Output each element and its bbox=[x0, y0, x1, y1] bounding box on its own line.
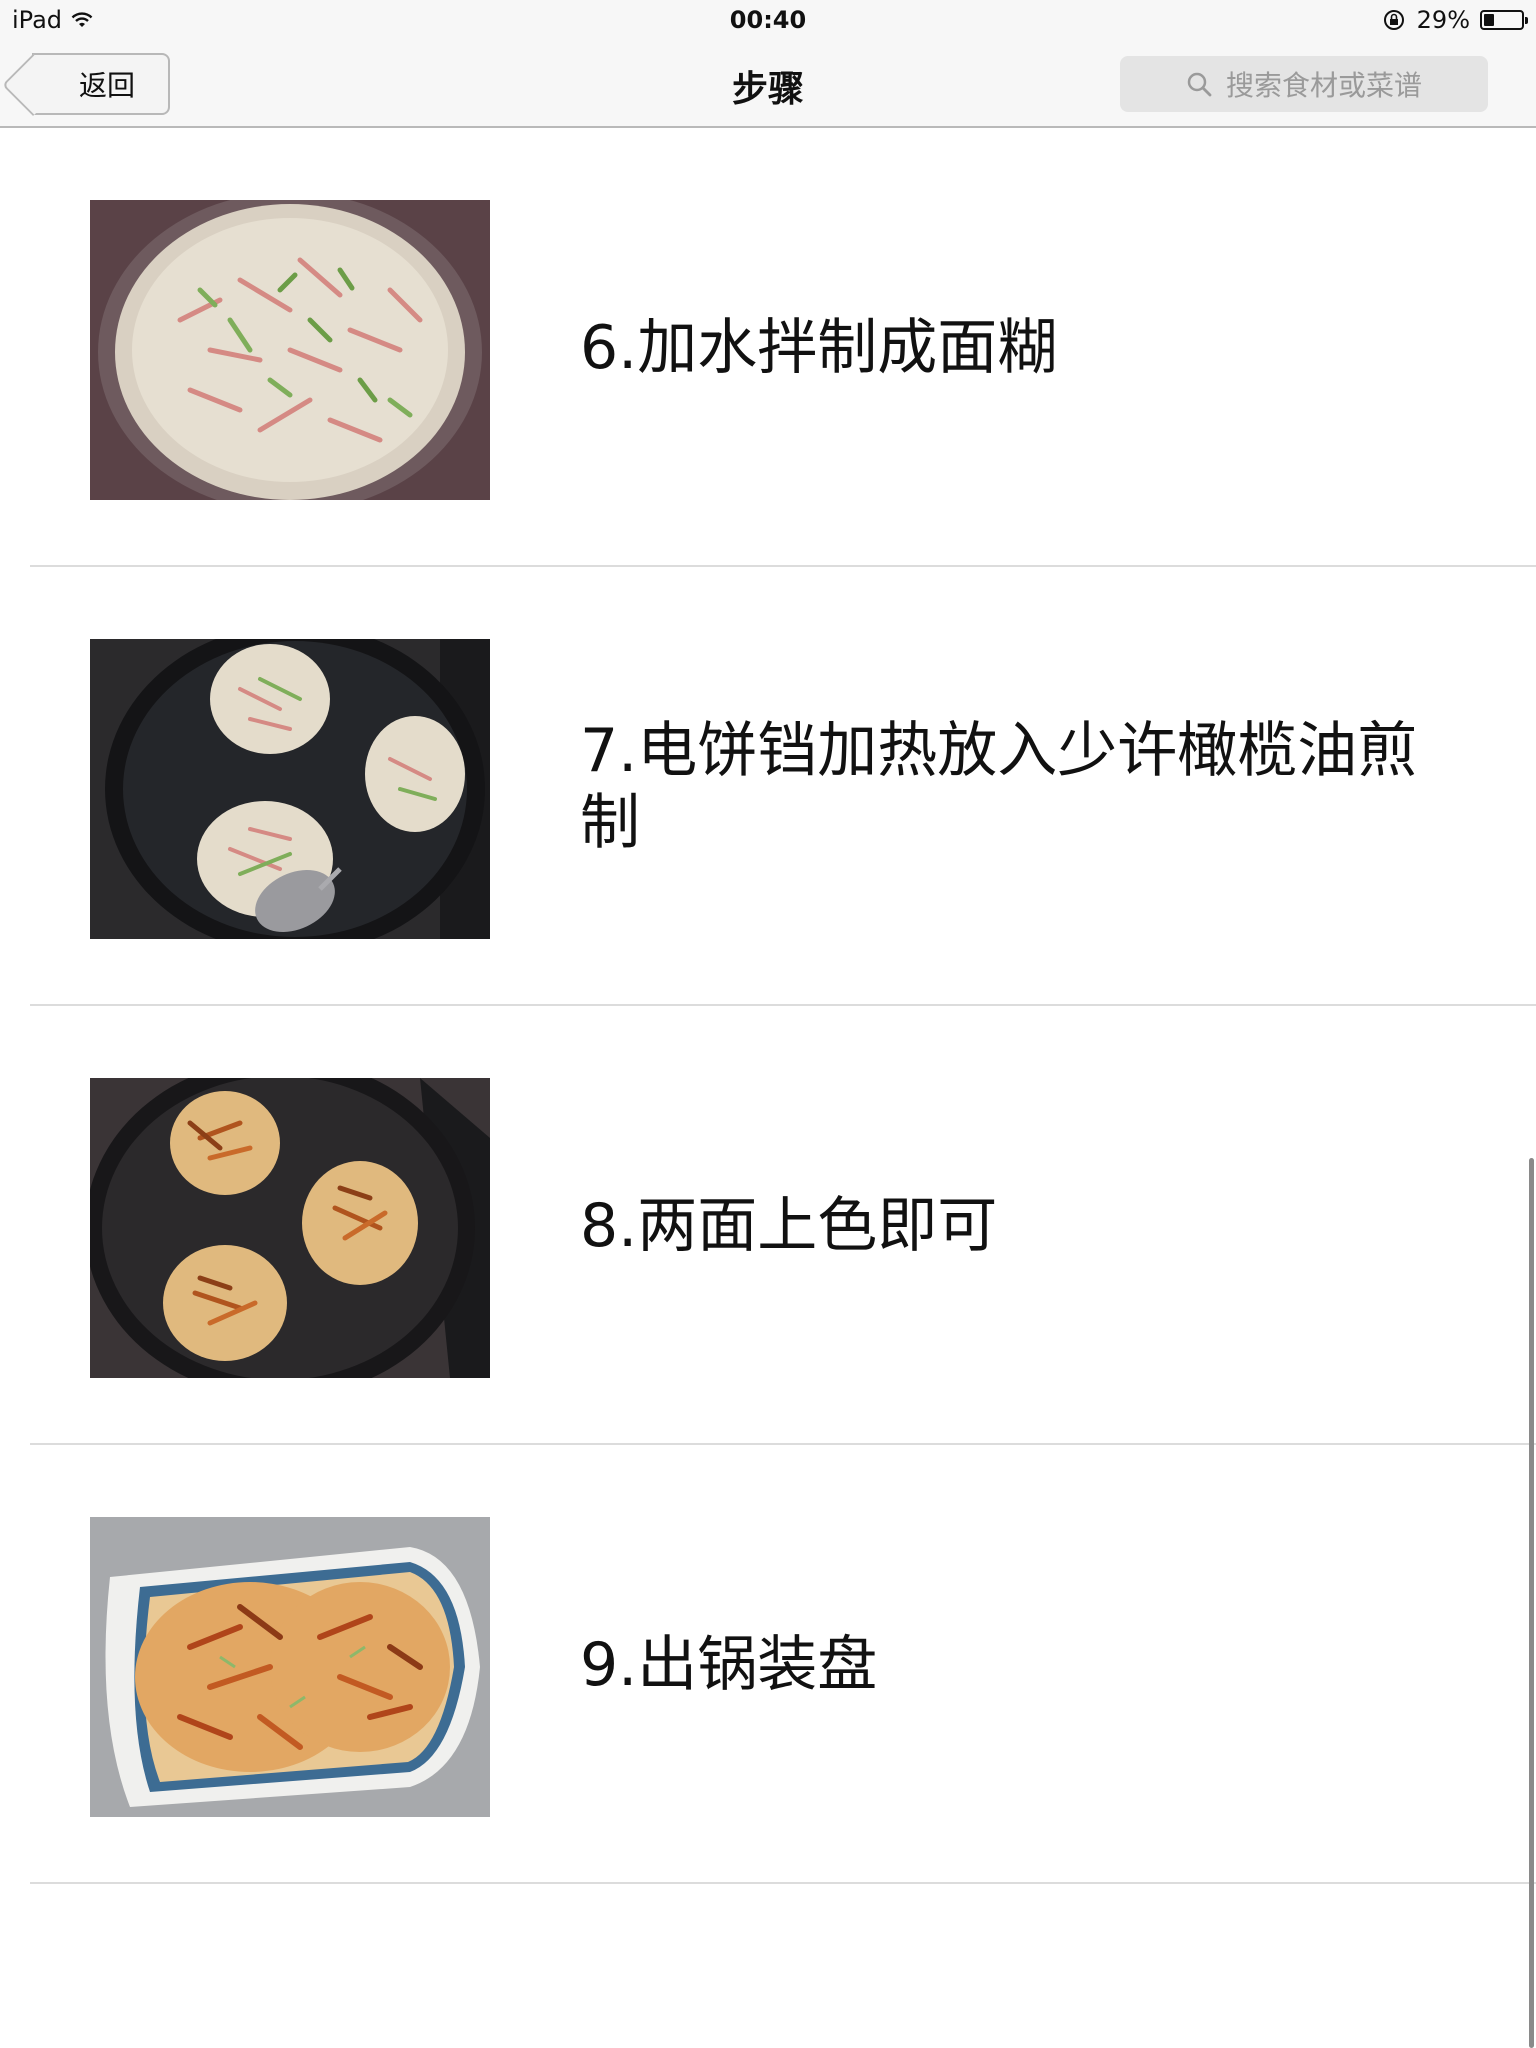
rotation-lock-icon bbox=[1383, 10, 1404, 30]
step-row[interactable]: 8.两面上色即可 bbox=[0, 1006, 1536, 1445]
steps-list: 6.加水拌制成面糊 7.电饼铛加热放入少许橄榄油煎制 8.两面上色即可 9.出锅… bbox=[0, 128, 1536, 1884]
search-input[interactable]: 搜索食材或菜谱 bbox=[1120, 56, 1488, 112]
navigation-bar: 返回 步骤 搜索食材或菜谱 bbox=[0, 40, 1536, 128]
search-placeholder: 搜索食材或菜谱 bbox=[1225, 69, 1422, 102]
step-row[interactable]: 9.出锅装盘 bbox=[0, 1445, 1536, 1884]
step-text: 9.出锅装盘 bbox=[580, 1629, 878, 1700]
step-row[interactable]: 6.加水拌制成面糊 bbox=[0, 128, 1536, 567]
step-photo-batter bbox=[90, 200, 490, 500]
status-bar: iPad 00:40 29% bbox=[0, 0, 1536, 40]
status-time: 00:40 bbox=[729, 6, 807, 34]
step-text: 7.电饼铛加热放入少许橄榄油煎制 bbox=[580, 715, 1418, 858]
battery-icon bbox=[1480, 10, 1528, 30]
status-right: 29% bbox=[1383, 6, 1528, 34]
step-text: 6.加水拌制成面糊 bbox=[580, 312, 1058, 383]
back-button-label: 返回 bbox=[78, 69, 135, 102]
row-divider bbox=[30, 1882, 1536, 1884]
step-text: 8.两面上色即可 bbox=[580, 1190, 998, 1261]
step-photo-browned bbox=[90, 1078, 490, 1378]
vertical-scrollbar[interactable] bbox=[1529, 1158, 1534, 2048]
battery-level bbox=[1484, 14, 1495, 26]
search-icon bbox=[1187, 72, 1212, 97]
step-photo-frying bbox=[90, 639, 490, 939]
step-photo-plated bbox=[90, 1517, 490, 1817]
step-row[interactable]: 7.电饼铛加热放入少许橄榄油煎制 bbox=[0, 567, 1536, 1006]
battery-percent: 29% bbox=[1416, 6, 1470, 34]
